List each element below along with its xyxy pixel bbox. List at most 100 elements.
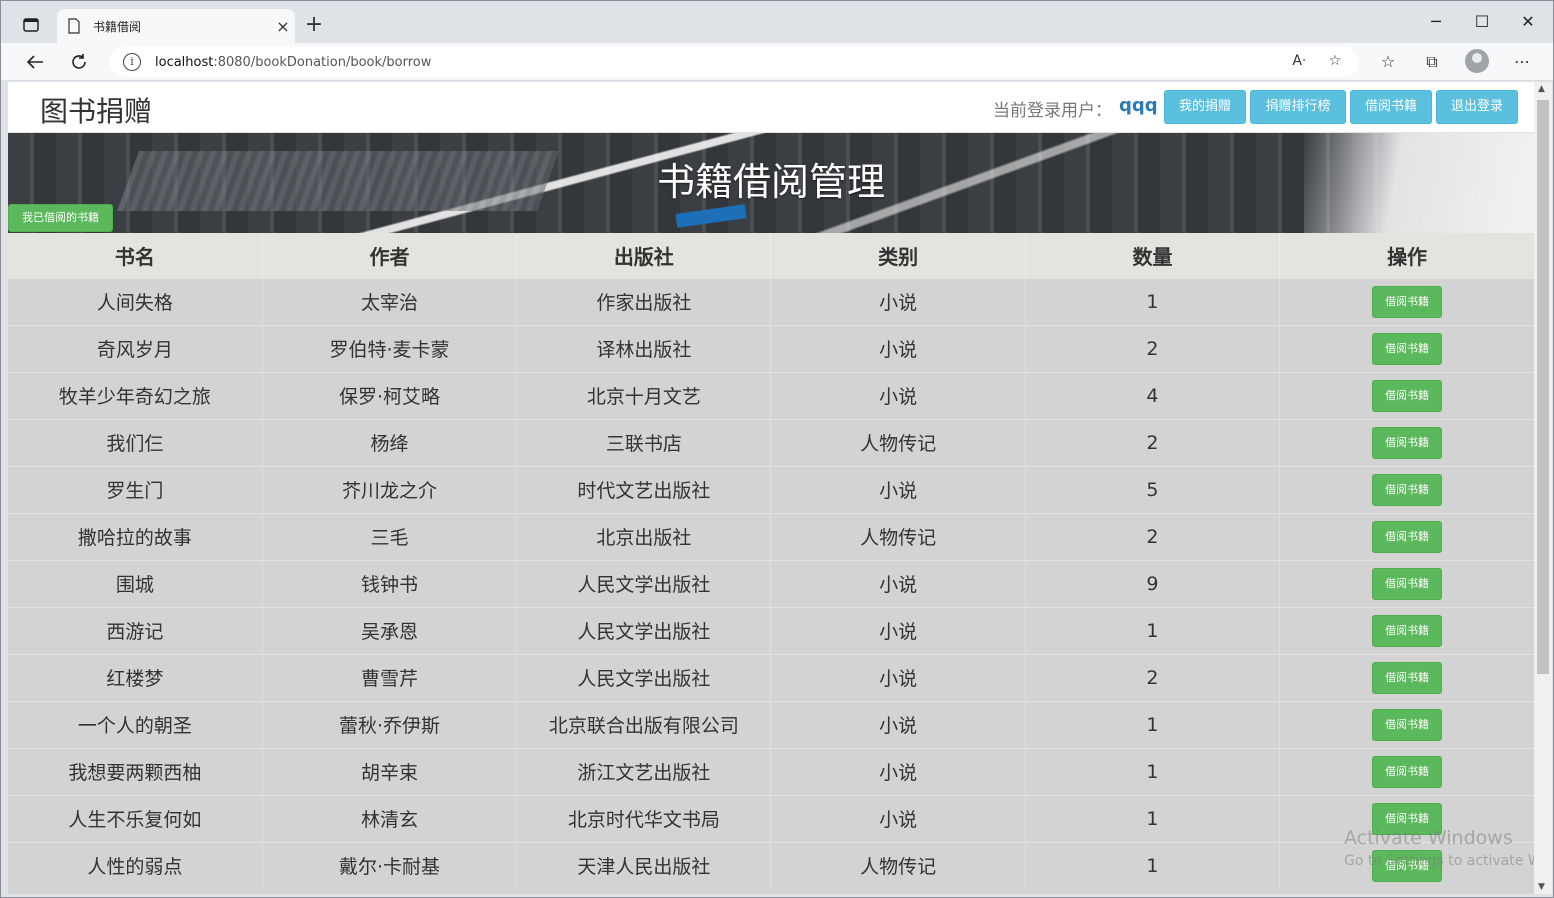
back-button[interactable]	[19, 47, 51, 77]
logout-button[interactable]: 退出登录	[1436, 90, 1518, 124]
borrow-book-button[interactable]: 借阅书籍	[1372, 473, 1443, 506]
author-cell: 罗伯特·麦卡蒙	[262, 324, 518, 372]
quantity-cell: 2	[1025, 418, 1281, 466]
quantity-cell: 2	[1025, 324, 1281, 372]
author-cell: 曹雪芹	[262, 653, 518, 701]
activation-watermark-title: Activate Windows	[1344, 827, 1513, 849]
table-row: 围城 钱钟书 人民文学出版社 小说 9 借阅书籍	[8, 559, 1534, 607]
book-title-cell: 我想要两颗西柚	[8, 747, 263, 795]
book-title-cell: 人间失格	[8, 277, 263, 325]
borrow-book-button[interactable]: 借阅书籍	[1372, 379, 1443, 412]
publisher-cell: 译林出版社	[516, 324, 772, 372]
column-header: 类别	[770, 233, 1026, 278]
author-cell: 胡辛束	[262, 747, 518, 795]
author-cell: 戴尔·卡耐基	[262, 841, 518, 889]
publisher-cell: 时代文艺出版社	[516, 465, 772, 513]
favorites-icon[interactable]: ☆	[1377, 51, 1399, 73]
borrow-book-button[interactable]: 借阅书籍	[1372, 567, 1443, 600]
table-row: 一个人的朝圣 蕾秋·乔伊斯 北京联合出版有限公司 小说 1 借阅书籍	[8, 700, 1534, 748]
borrow-book-button[interactable]: 借阅书籍	[1372, 708, 1443, 741]
author-cell: 钱钟书	[262, 559, 518, 607]
category-cell: 人物传记	[770, 512, 1026, 560]
my-borrowed-books-button[interactable]: 我已借阅的书籍	[8, 204, 113, 232]
read-aloud-icon[interactable]: Aᐧ	[1289, 53, 1309, 71]
author-cell: 太宰治	[262, 277, 518, 325]
borrow-books-nav-button[interactable]: 借阅书籍	[1350, 90, 1432, 124]
tab-title: 书籍借阅	[93, 19, 142, 34]
category-cell: 小说	[770, 324, 1026, 372]
borrow-book-button[interactable]: 借阅书籍	[1372, 520, 1443, 553]
table-header-row: 书名 作者 出版社 类别 数量 操作	[8, 233, 1534, 278]
page-viewport: 图书捐赠 当前登录用户： qqq 我的捐赠 捐赠排行榜 借阅书籍 退出登录 书籍…	[8, 82, 1534, 894]
action-cell: 借阅书籍	[1279, 747, 1534, 795]
quantity-cell: 1	[1025, 841, 1281, 889]
site-info-icon[interactable]: i	[123, 53, 141, 71]
brand-title[interactable]: 图书捐赠	[40, 90, 152, 130]
collections-icon[interactable]: ⧉	[1421, 51, 1443, 73]
author-cell: 杨绛	[262, 418, 518, 466]
book-title-cell: 西游记	[8, 606, 263, 654]
column-header: 操作	[1279, 233, 1534, 278]
book-title-cell: 罗生门	[8, 465, 263, 513]
table-row: 红楼梦 曹雪芹 人民文学出版社 小说 2 借阅书籍	[8, 653, 1534, 701]
book-title-cell: 围城	[8, 559, 263, 607]
quantity-cell: 9	[1025, 559, 1281, 607]
tab-close-icon[interactable]: ×	[271, 17, 295, 36]
table-row: 人生不乐复何如 林清玄 北京时代华文书局 小说 1 借阅书籍	[8, 794, 1534, 842]
scrollbar-thumb[interactable]	[1537, 100, 1549, 674]
column-header: 作者	[262, 233, 518, 278]
column-header: 书名	[8, 233, 263, 278]
action-cell: 借阅书籍	[1279, 465, 1534, 513]
publisher-cell: 作家出版社	[516, 277, 772, 325]
book-title-cell: 人性的弱点	[8, 841, 263, 889]
book-title-cell: 人生不乐复何如	[8, 794, 263, 842]
maximize-button[interactable]: ☐	[1459, 9, 1505, 37]
borrow-book-button[interactable]: 借阅书籍	[1372, 614, 1443, 647]
tab-actions-icon	[23, 18, 39, 32]
banner-decoration	[675, 204, 747, 228]
books-table: 书名 作者 出版社 类别 数量 操作 人间失格 太宰治 作家出版社 小说 1 借阅书籍 奇风…	[8, 233, 1534, 889]
action-cell: 借阅书籍	[1279, 606, 1534, 654]
borrow-book-button[interactable]: 借阅书籍	[1372, 755, 1443, 788]
tab-actions-button[interactable]	[15, 11, 47, 39]
publisher-cell: 浙江文艺出版社	[516, 747, 772, 795]
borrow-book-button[interactable]: 借阅书籍	[1372, 426, 1443, 459]
profile-avatar[interactable]	[1465, 49, 1489, 73]
scroll-up-icon[interactable]: ▲	[1538, 84, 1545, 94]
author-cell: 芥川龙之介	[262, 465, 518, 513]
page-scrollbar[interactable]: ▲ ▼	[1534, 82, 1552, 894]
category-cell: 小说	[770, 606, 1026, 654]
quantity-cell: 5	[1025, 465, 1281, 513]
add-favorite-icon[interactable]: ☆	[1325, 53, 1345, 71]
activation-watermark-text: Go to Settings to activate Windows.	[1344, 853, 1534, 869]
browser-tab[interactable]: 书籍借阅 ×	[57, 9, 295, 43]
publisher-cell: 北京联合出版有限公司	[516, 700, 772, 748]
page-icon	[68, 18, 80, 34]
action-cell: 借阅书籍	[1279, 512, 1534, 560]
category-cell: 小说	[770, 700, 1026, 748]
more-menu-icon[interactable]: ⋯	[1511, 51, 1533, 73]
publisher-cell: 北京十月文艺	[516, 371, 772, 419]
borrow-book-button[interactable]: 借阅书籍	[1372, 285, 1443, 318]
author-cell: 蕾秋·乔伊斯	[262, 700, 518, 748]
borrow-book-button[interactable]: 借阅书籍	[1372, 332, 1443, 365]
quantity-cell: 2	[1025, 512, 1281, 560]
scroll-down-icon[interactable]: ▼	[1538, 882, 1545, 892]
my-donations-button[interactable]: 我的捐赠	[1164, 90, 1246, 124]
reload-button[interactable]	[63, 47, 95, 77]
table-row: 撒哈拉的故事 三毛 北京出版社 人物传记 2 借阅书籍	[8, 512, 1534, 560]
back-arrow-icon	[26, 55, 43, 69]
new-tab-button[interactable]: +	[301, 13, 327, 39]
page-title: 书籍借阅管理	[656, 160, 885, 204]
category-cell: 人物传记	[770, 841, 1026, 889]
table-row: 人间失格 太宰治 作家出版社 小说 1 借阅书籍	[8, 277, 1534, 325]
close-window-button[interactable]: ✕	[1505, 9, 1551, 37]
book-title-cell: 我们仨	[8, 418, 263, 466]
table-body: 人间失格 太宰治 作家出版社 小说 1 借阅书籍 奇风岁月 罗伯特·麦卡蒙 译林出版社 小说 2 借阅…	[8, 277, 1534, 889]
minimize-button[interactable]: ─	[1413, 9, 1459, 37]
donation-ranking-button[interactable]: 捐赠排行榜	[1250, 90, 1346, 124]
borrow-book-button[interactable]: 借阅书籍	[1372, 661, 1443, 694]
address-bar[interactable]: i localhost:8080/bookDonation/book/borro…	[109, 47, 1359, 77]
banner: 书籍借阅管理 我已借阅的书籍	[8, 133, 1534, 233]
table-row: 我想要两颗西柚 胡辛束 浙江文艺出版社 小说 1 借阅书籍	[8, 747, 1534, 795]
